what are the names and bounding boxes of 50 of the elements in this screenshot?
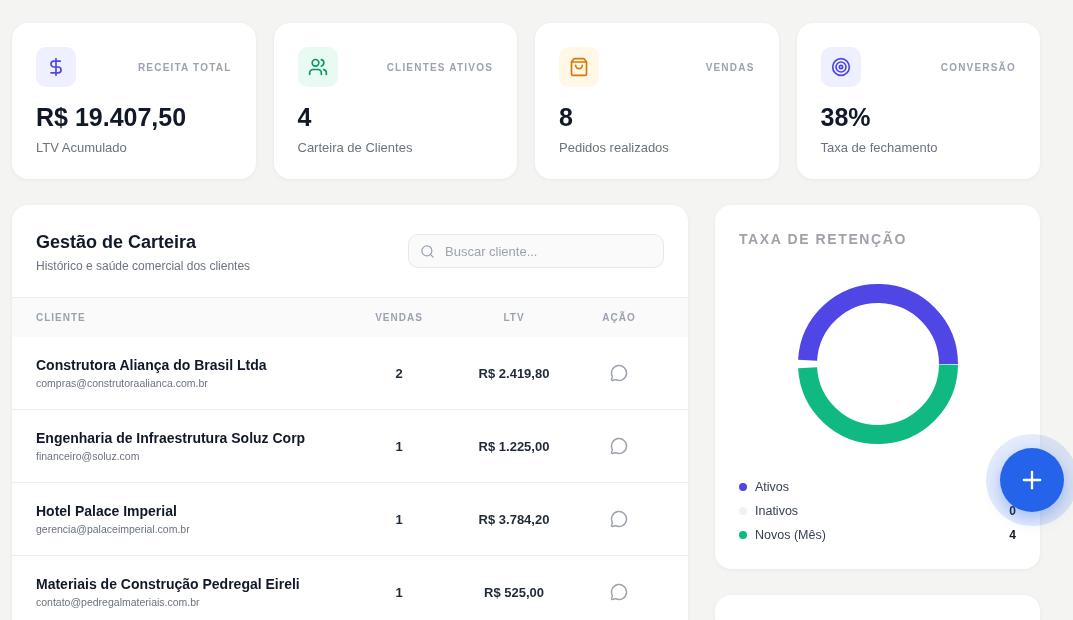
sales-cell: 1 — [395, 511, 403, 527]
stat-label: RECEITA TOTAL — [137, 61, 232, 73]
dollar-icon — [36, 47, 76, 87]
shopping-bag-icon — [559, 47, 599, 87]
client-name: Engenharia de Infraestrutura Soluz Corp — [36, 430, 307, 446]
ltv-cell: R$ 2.419,80 — [478, 365, 550, 381]
search-icon — [420, 244, 435, 259]
target-icon — [820, 47, 861, 87]
retention-title: TAXA DE RETENÇÃO — [739, 231, 908, 247]
portfolio-title: Gestão de Carteira — [36, 232, 198, 253]
legend-label: Novos (Mês) — [755, 528, 827, 542]
legend-value: 0 — [1009, 504, 1016, 518]
client-name: Hotel Palace Imperial — [36, 503, 178, 519]
stat-caption: LTV Acumulado — [36, 140, 128, 155]
search-field[interactable]: Buscar cliente... — [408, 234, 664, 268]
ltv-cell: R$ 525,00 — [484, 584, 544, 600]
client-email: financeiro@soluz.com — [36, 450, 141, 462]
message-button[interactable] — [610, 437, 628, 455]
legend-value: 4 — [1009, 528, 1016, 542]
column-header: AÇÃO — [602, 312, 636, 323]
message-button[interactable] — [610, 583, 628, 601]
stat-label: VENDAS — [705, 61, 755, 73]
stat-label: CLIENTES ATIVOS — [386, 61, 493, 73]
message-button[interactable] — [610, 510, 628, 528]
stat-caption: Carteira de Clientes — [297, 140, 414, 155]
legend-label: Inativos — [755, 504, 800, 518]
stat-value: 38% — [820, 103, 872, 132]
stat-label: CONVERSÃO — [940, 61, 1016, 73]
sales-cell: 1 — [395, 438, 403, 454]
stat-caption: Taxa de fechamento — [820, 140, 939, 155]
users-icon — [297, 47, 338, 87]
client-email: contato@pedregalmateriais.com.br — [36, 596, 201, 608]
client-email: gerencia@palaceimperial.com.br — [36, 523, 191, 535]
stat-value: R$ 19.407,50 — [36, 103, 188, 132]
sales-cell: 2 — [395, 365, 403, 381]
column-header: LTV — [503, 312, 525, 323]
message-button[interactable] — [610, 364, 628, 382]
client-name: Materiais de Construção Pedregal Eireli — [36, 576, 301, 592]
stat-value: 4 — [297, 103, 313, 132]
client-email: compras@construtoraalianca.com.br — [36, 377, 209, 389]
column-header: VENDAS — [375, 312, 423, 323]
stat-caption: Pedidos realizados — [559, 140, 670, 155]
sales-cell: 1 — [395, 584, 403, 600]
ltv-cell: R$ 1.225,00 — [478, 438, 550, 454]
legend-label: Ativos — [755, 480, 791, 494]
client-name: Construtora Aliança do Brasil Ltda — [36, 357, 268, 373]
ltv-cell: R$ 3.784,20 — [478, 511, 550, 527]
stat-value: 8 — [559, 103, 574, 132]
portfolio-subtitle: Histórico e saúde comercial dos clientes — [36, 259, 251, 273]
column-header: CLIENTE — [36, 312, 86, 323]
